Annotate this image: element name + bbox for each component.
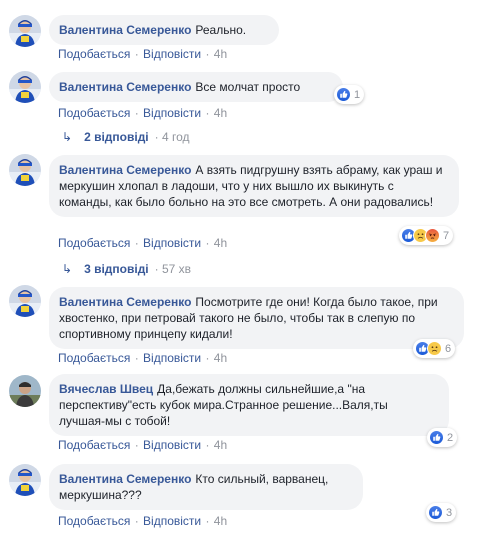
comment-author[interactable]: Валентина Семеренко — [59, 163, 191, 177]
comment-time[interactable]: 4h — [214, 236, 227, 250]
angry-icon — [425, 228, 440, 243]
comment-actions: Подобається · Відповісти · 4h — [58, 438, 228, 452]
like-link[interactable]: Подобається — [58, 236, 130, 250]
avatar[interactable] — [9, 285, 41, 317]
comment-time[interactable]: 4h — [214, 351, 227, 365]
reply-link[interactable]: Відповісти — [143, 236, 201, 250]
reaction-count: 6 — [445, 342, 452, 355]
reaction-summary[interactable]: 3 — [426, 503, 457, 522]
comment-actions: Подобається · Відповісти · 4h — [58, 236, 228, 250]
reply-arrow-icon: ↳ — [62, 262, 73, 276]
reaction-summary[interactable]: 1 — [334, 85, 365, 104]
comment-bubble: Валентина Семеренко Реально. — [49, 15, 279, 45]
reaction-count: 3 — [446, 506, 453, 519]
reaction-summary[interactable]: 7 — [399, 226, 454, 245]
comment-text: Реально. — [195, 23, 247, 37]
replies-count[interactable]: 3 відповіді — [84, 261, 149, 277]
comment-actions: Подобається · Відповісти · 4h — [58, 514, 228, 528]
reaction-count: 7 — [443, 229, 450, 242]
reply-link[interactable]: Відповісти — [143, 47, 201, 61]
reply-link[interactable]: Відповісти — [143, 106, 201, 120]
reply-link[interactable]: Відповісти — [143, 438, 201, 452]
reaction-summary[interactable]: 2 — [427, 428, 458, 447]
comment-time[interactable]: 4h — [214, 106, 227, 120]
comment-author[interactable]: Валентина Семеренко — [59, 80, 191, 94]
like-link[interactable]: Подобається — [58, 47, 130, 61]
comment-bubble: Валентина Семеренко Все молчат просто — [49, 72, 343, 102]
comment-text: Все молчат просто — [195, 80, 301, 94]
like-icon — [428, 505, 443, 520]
avatar[interactable] — [9, 375, 41, 407]
comment-bubble: Валентина Семеренко Кто сильный, варванец… — [49, 464, 363, 510]
replies-count[interactable]: 2 відповіді — [84, 129, 149, 145]
comment-actions: Подобається · Відповісти · 4h — [58, 351, 228, 365]
view-replies-link[interactable]: ↳ 2 відповіді · 4 год — [62, 129, 190, 145]
reaction-summary[interactable]: 6 — [413, 339, 456, 358]
replies-time-value: 4 год — [161, 130, 190, 144]
avatar[interactable] — [9, 15, 41, 47]
reply-link[interactable]: Відповісти — [143, 351, 201, 365]
like-icon — [336, 87, 351, 102]
replies-time-value: 57 хв — [161, 262, 192, 276]
sad-icon — [427, 341, 442, 356]
comment-author[interactable]: Вячеслав Швец — [59, 382, 153, 396]
replies-time: · 57 хв — [154, 262, 192, 276]
comment-actions: Подобається · Відповісти · 4h — [58, 47, 228, 61]
like-link[interactable]: Подобається — [58, 514, 130, 528]
comment-bubble: Валентина Семеренко Посмотрите где они! К… — [49, 287, 464, 349]
avatar[interactable] — [9, 154, 41, 186]
comment-time[interactable]: 4h — [214, 47, 227, 61]
like-link[interactable]: Подобається — [58, 438, 130, 452]
reaction-count: 1 — [354, 88, 361, 101]
avatar[interactable] — [9, 71, 41, 103]
avatar[interactable] — [9, 464, 41, 496]
reaction-count: 2 — [447, 431, 454, 444]
like-icon — [429, 430, 444, 445]
reply-link[interactable]: Відповісти — [143, 514, 201, 528]
comment-time[interactable]: 4h — [214, 514, 227, 528]
comment-author[interactable]: Валентина Семеренко — [59, 472, 191, 486]
comment-bubble: Валентина Семеренко А взять пидгрушну взя… — [49, 155, 459, 217]
comment-time[interactable]: 4h — [214, 438, 227, 452]
comment-author[interactable]: Валентина Семеренко — [59, 23, 191, 37]
like-link[interactable]: Подобається — [58, 106, 130, 120]
comment-author[interactable]: Валентина Семеренко — [59, 295, 191, 309]
comment-bubble: Вячеслав Швец Да,бежать должны сильнейшие… — [49, 374, 449, 436]
comment-actions: Подобається · Відповісти · 4h — [58, 106, 228, 120]
replies-time: · 4 год — [154, 130, 190, 144]
reply-arrow-icon: ↳ — [62, 130, 73, 144]
view-replies-link[interactable]: ↳ 3 відповіді · 57 хв — [62, 261, 191, 277]
like-link[interactable]: Подобається — [58, 351, 130, 365]
